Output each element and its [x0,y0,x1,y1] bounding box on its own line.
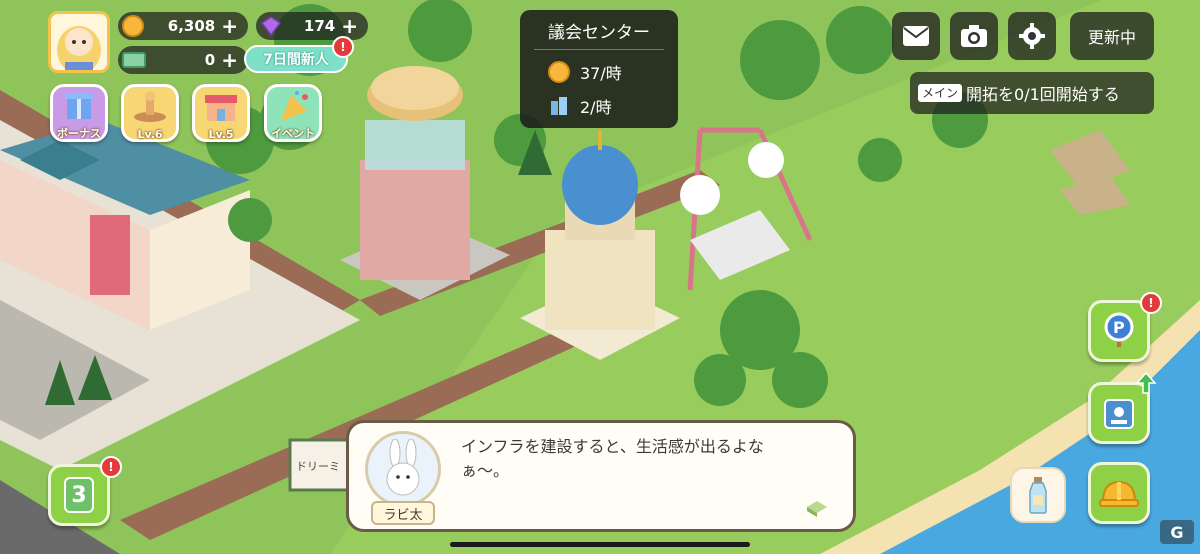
ticket-icon [122,52,146,68]
speaker-name: ラビ太 [383,507,423,523]
update-status-button[interactable]: 更新中 [1070,12,1154,60]
hard-hat-icon [1099,480,1139,507]
parking-alert-badge: ! [1140,292,1162,314]
fountain-icon [134,91,166,122]
level-6-button[interactable]: Lv.6 [121,84,179,142]
main-quest-bar[interactable]: メイン 開拓を0/1回開始する [910,72,1154,114]
gift-icon [65,93,93,119]
update-status-label: 更新中 [1087,28,1136,47]
camera-icon [961,25,987,47]
parking-build-button[interactable]: P [1088,300,1150,362]
ticket-value: 0 [204,51,216,69]
id-card-icon [1104,399,1134,429]
dialog-next-icon[interactable] [805,499,829,519]
speaker-portrait [365,431,441,507]
parking-sign-icon: P [1104,312,1134,347]
sign-text: ドリーミ [296,460,340,473]
coin-icon [548,61,570,83]
income-value: 37/時 [580,64,622,83]
new-player-alert-badge: ! [332,36,354,58]
dialog-box[interactable]: ラビ太 インフラを建設すると、生活感が出るよなぁ〜。 [346,420,856,532]
coin-icon [122,15,144,37]
coin-counter[interactable]: 6,308 + [118,12,248,40]
bottle-icon [1029,477,1047,514]
quest-alert-badge: ! [100,456,122,478]
message-bottle-button[interactable] [1010,467,1066,523]
building-info-tooltip: 議会センター 37/時 2/時 [520,10,678,128]
add-coins-icon[interactable]: + [221,16,238,36]
quest-tag: メイン [918,84,963,102]
add-tickets-icon[interactable]: + [221,50,238,70]
rabbit-icon [386,439,420,496]
quest-list-button[interactable]: 3 [48,464,110,526]
level-5-label: Lv.5 [208,128,234,141]
population-value: 2/時 [580,98,612,117]
quest-count-icon: 3 [64,477,94,513]
home-indicator[interactable] [450,542,750,547]
population-row: 2/時 [534,94,664,118]
site-watermark-logo: G [1160,520,1194,544]
upgrade-arrow-icon [1136,372,1156,394]
svg-text:P: P [1113,318,1125,337]
bonus-label: ボーナス [57,127,101,140]
coin-value: 6,308 [167,17,216,35]
settings-button[interactable] [1008,12,1056,60]
camera-button[interactable] [950,12,998,60]
avatar-image [57,26,101,70]
shop-icon [205,95,237,121]
event-label: イベント [271,127,315,140]
build-button[interactable] [1088,462,1150,524]
level-6-label: Lv.6 [137,128,163,141]
income-row: 37/時 [534,60,664,84]
player-avatar[interactable] [48,11,110,73]
gear-icon [1019,23,1045,49]
mail-icon [903,26,929,46]
party-popper-icon [281,91,308,121]
ticket-counter[interactable]: 0 + [118,46,248,74]
gem-counter[interactable]: 174 + [256,12,368,40]
building-icon [551,97,567,115]
building-name: 議会センター [534,18,664,50]
add-gems-icon[interactable]: + [341,16,358,36]
dream-signboard: ドリーミ [288,438,352,492]
level-5-button[interactable]: Lv.5 [192,84,250,142]
dialog-text: インフラを建設すると、生活感が出るよなぁ〜。 [461,437,764,480]
mail-button[interactable] [892,12,940,60]
bonus-button[interactable]: ボーナス [50,84,108,142]
event-button[interactable]: イベント [264,84,322,142]
quest-count-value: 3 [71,482,87,508]
new-player-label: 7日間新人 [263,52,329,68]
gem-value: 174 [303,17,336,35]
quest-text: 開拓を0/1回開始する [966,85,1120,104]
gem-icon [260,16,282,37]
speaker-name-tag: ラビ太 [371,501,435,525]
